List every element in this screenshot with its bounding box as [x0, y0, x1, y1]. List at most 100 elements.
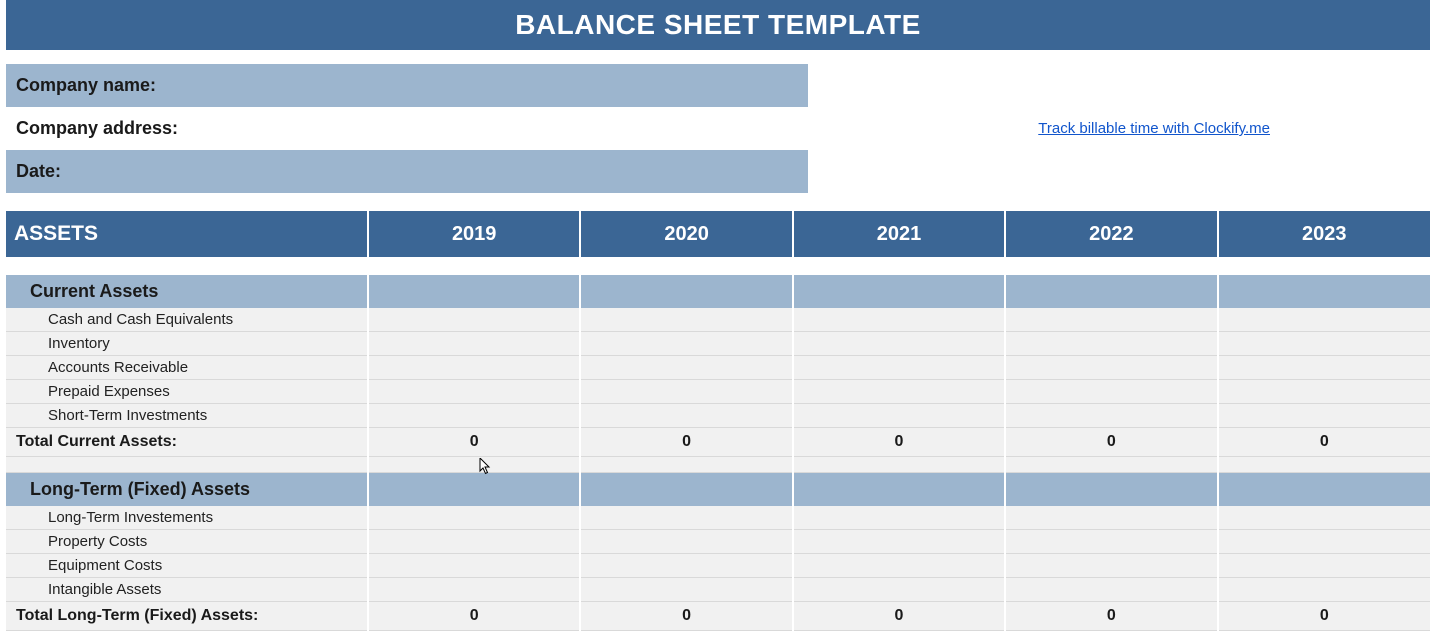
total-value-cell[interactable]: 0 — [580, 602, 792, 631]
assets-header-cell[interactable]: ASSETS — [6, 211, 368, 257]
item-value-cell[interactable] — [1218, 356, 1430, 380]
item-value-cell[interactable] — [580, 308, 792, 332]
table-header-row: ASSETS20192020202120222023 — [6, 211, 1430, 257]
company-info-block: Company name: Company address: Track bil… — [6, 64, 1430, 193]
item-value-cell[interactable] — [580, 506, 792, 530]
section-year-cell[interactable] — [793, 275, 1005, 308]
assets-table: ASSETS20192020202120222023 Current Assets… — [6, 211, 1430, 631]
item-value-cell[interactable] — [1218, 404, 1430, 428]
year-header-2020[interactable]: 2020 — [580, 211, 792, 257]
total-row: Total Current Assets:00000 — [6, 428, 1430, 457]
total-value-cell[interactable]: 0 — [368, 602, 580, 631]
total-value-cell[interactable]: 0 — [1005, 428, 1217, 457]
section-year-cell[interactable] — [368, 473, 580, 507]
item-value-cell[interactable] — [368, 308, 580, 332]
year-header-2021[interactable]: 2021 — [793, 211, 1005, 257]
total-value-cell[interactable]: 0 — [368, 428, 580, 457]
item-label[interactable]: Inventory — [6, 332, 368, 356]
item-value-cell[interactable] — [368, 554, 580, 578]
item-label[interactable]: Property Costs — [6, 530, 368, 554]
item-value-cell[interactable] — [368, 530, 580, 554]
section-year-cell[interactable] — [580, 275, 792, 308]
item-value-cell[interactable] — [1218, 308, 1430, 332]
item-value-cell[interactable] — [1005, 308, 1217, 332]
item-value-cell[interactable] — [580, 332, 792, 356]
section-year-cell[interactable] — [1218, 275, 1430, 308]
item-value-cell[interactable] — [1218, 506, 1430, 530]
item-label[interactable]: Long-Term Investements — [6, 506, 368, 530]
item-value-cell[interactable] — [368, 380, 580, 404]
item-value-cell[interactable] — [1005, 332, 1217, 356]
item-value-cell[interactable] — [1218, 554, 1430, 578]
item-value-cell[interactable] — [368, 356, 580, 380]
item-value-cell[interactable] — [368, 506, 580, 530]
item-value-cell[interactable] — [1218, 380, 1430, 404]
item-label[interactable]: Short-Term Investments — [6, 404, 368, 428]
item-value-cell[interactable] — [1218, 530, 1430, 554]
section-year-cell[interactable] — [793, 473, 1005, 507]
item-value-cell[interactable] — [793, 404, 1005, 428]
year-header-2022[interactable]: 2022 — [1005, 211, 1217, 257]
item-row: Prepaid Expenses — [6, 380, 1430, 404]
item-value-cell[interactable] — [1218, 332, 1430, 356]
section-year-cell[interactable] — [1218, 473, 1430, 507]
item-value-cell[interactable] — [1218, 578, 1430, 602]
company-address-label[interactable]: Company address: — [6, 107, 808, 150]
item-row: Property Costs — [6, 530, 1430, 554]
total-value-cell[interactable]: 0 — [793, 428, 1005, 457]
item-value-cell[interactable] — [580, 530, 792, 554]
item-value-cell[interactable] — [1005, 404, 1217, 428]
clockify-link[interactable]: Track billable time with Clockify.me — [1038, 120, 1270, 137]
item-value-cell[interactable] — [1005, 578, 1217, 602]
total-row: Total Long-Term (Fixed) Assets:00000 — [6, 602, 1430, 631]
item-label[interactable]: Accounts Receivable — [6, 356, 368, 380]
section-title[interactable]: Long-Term (Fixed) Assets — [6, 473, 368, 507]
item-row: Inventory — [6, 332, 1430, 356]
section-year-cell[interactable] — [1005, 275, 1217, 308]
item-value-cell[interactable] — [1005, 506, 1217, 530]
total-value-cell[interactable]: 0 — [1218, 428, 1430, 457]
item-value-cell[interactable] — [368, 404, 580, 428]
item-value-cell[interactable] — [793, 332, 1005, 356]
year-header-2019[interactable]: 2019 — [368, 211, 580, 257]
total-label[interactable]: Total Current Assets: — [6, 428, 368, 457]
item-label[interactable]: Equipment Costs — [6, 554, 368, 578]
item-row: Intangible Assets — [6, 578, 1430, 602]
item-value-cell[interactable] — [1005, 380, 1217, 404]
item-label[interactable]: Prepaid Expenses — [6, 380, 368, 404]
item-value-cell[interactable] — [368, 578, 580, 602]
item-value-cell[interactable] — [1005, 554, 1217, 578]
balance-sheet: BALANCE SHEET TEMPLATE Company name: Com… — [6, 0, 1430, 631]
item-value-cell[interactable] — [580, 380, 792, 404]
item-label[interactable]: Intangible Assets — [6, 578, 368, 602]
item-value-cell[interactable] — [793, 308, 1005, 332]
item-value-cell[interactable] — [793, 554, 1005, 578]
item-value-cell[interactable] — [1005, 356, 1217, 380]
company-name-label[interactable]: Company name: — [6, 64, 808, 107]
total-value-cell[interactable]: 0 — [1005, 602, 1217, 631]
item-value-cell[interactable] — [368, 332, 580, 356]
item-value-cell[interactable] — [1005, 530, 1217, 554]
section-year-cell[interactable] — [1005, 473, 1217, 507]
total-value-cell[interactable]: 0 — [1218, 602, 1430, 631]
item-value-cell[interactable] — [580, 356, 792, 380]
year-header-2023[interactable]: 2023 — [1218, 211, 1430, 257]
section-year-cell[interactable] — [368, 275, 580, 308]
item-value-cell[interactable] — [793, 506, 1005, 530]
page-title: BALANCE SHEET TEMPLATE — [6, 0, 1430, 50]
item-label[interactable]: Cash and Cash Equivalents — [6, 308, 368, 332]
item-value-cell[interactable] — [580, 404, 792, 428]
item-value-cell[interactable] — [793, 578, 1005, 602]
date-label[interactable]: Date: — [6, 150, 808, 193]
item-value-cell[interactable] — [580, 554, 792, 578]
item-value-cell[interactable] — [580, 578, 792, 602]
section-title[interactable]: Current Assets — [6, 275, 368, 308]
total-value-cell[interactable]: 0 — [580, 428, 792, 457]
item-value-cell[interactable] — [793, 380, 1005, 404]
total-value-cell[interactable]: 0 — [793, 602, 1005, 631]
total-label[interactable]: Total Long-Term (Fixed) Assets: — [6, 602, 368, 631]
item-value-cell[interactable] — [793, 530, 1005, 554]
item-value-cell[interactable] — [793, 356, 1005, 380]
item-row: Cash and Cash Equivalents — [6, 308, 1430, 332]
section-year-cell[interactable] — [580, 473, 792, 507]
